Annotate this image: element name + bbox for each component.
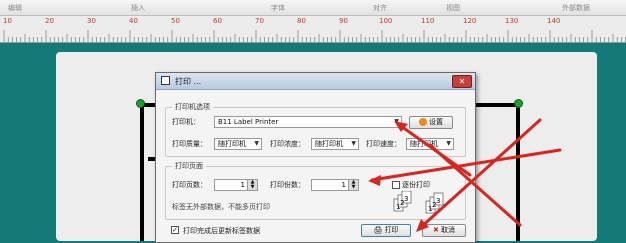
annotation-line [418,118,542,230]
annotation-arrows [368,118,562,232]
annotation-line [428,143,522,227]
arrowhead [368,175,381,186]
